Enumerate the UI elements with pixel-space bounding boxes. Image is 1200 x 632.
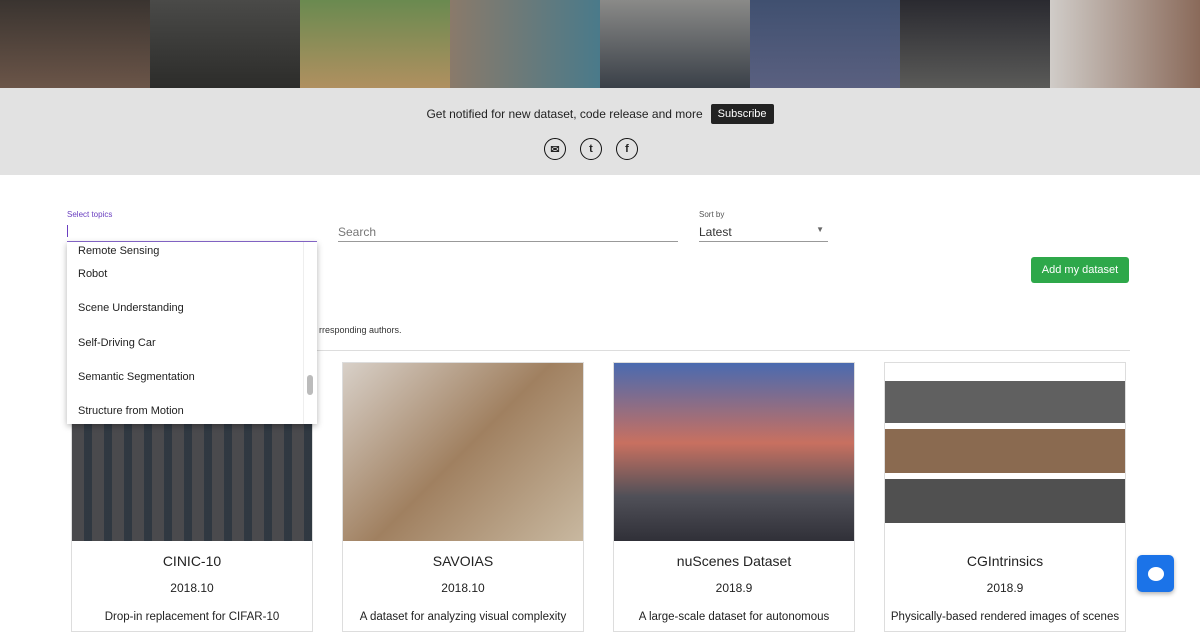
chat-bubble-icon (1148, 567, 1164, 581)
topic-option[interactable]: Remote Sensing (78, 245, 159, 257)
email-icon[interactable]: ✉ (544, 138, 566, 160)
card-title: CINIC-10 (72, 553, 312, 569)
card-date: 2018.10 (343, 581, 583, 595)
dataset-image (614, 363, 854, 541)
card-description: Drop-in replacement for CIFAR-10 (72, 611, 312, 623)
facebook-icon[interactable]: f (616, 138, 638, 160)
photo (450, 0, 600, 88)
photo (750, 0, 900, 88)
hero-photo-strip (0, 0, 1200, 88)
dataset-image (885, 363, 1125, 541)
card-title: nuScenes Dataset (614, 553, 854, 569)
card-date: 2018.10 (72, 581, 312, 595)
add-dataset-button[interactable]: Add my dataset (1031, 257, 1129, 283)
subscribe-button[interactable]: Subscribe (711, 104, 774, 124)
sort-value: Latest (699, 225, 732, 239)
topics-dropdown: Remote Sensing Robot Scene Understanding… (67, 242, 317, 424)
scrollbar-thumb[interactable] (307, 375, 313, 395)
note-text: rresponding authors. (319, 325, 402, 335)
topic-option[interactable]: Robot (78, 268, 107, 280)
sort-label: Sort by (699, 210, 724, 219)
sort-select[interactable]: Latest ▼ (699, 222, 828, 242)
photo (0, 0, 150, 88)
topic-option[interactable]: Structure from Motion (78, 405, 184, 417)
subscribe-banner: Get notified for new dataset, code relea… (0, 88, 1200, 175)
card-title: CGIntrinsics (885, 553, 1125, 569)
photo (600, 0, 750, 88)
dataset-card[interactable]: CGIntrinsics 2018.9 Physically-based ren… (884, 362, 1126, 632)
chevron-down-icon: ▼ (816, 225, 824, 234)
card-date: 2018.9 (614, 581, 854, 595)
topic-option[interactable]: Scene Understanding (78, 302, 184, 314)
photo (1050, 0, 1200, 88)
chat-button[interactable] (1137, 555, 1174, 592)
card-description: A dataset for analyzing visual complexit… (343, 611, 583, 623)
search-input[interactable]: Search (338, 222, 678, 242)
twitter-icon[interactable]: t (580, 138, 602, 160)
topic-option[interactable]: Self-Driving Car (78, 337, 156, 349)
photo (900, 0, 1050, 88)
topic-option[interactable]: Semantic Segmentation (78, 371, 195, 383)
scrollbar[interactable] (303, 242, 317, 424)
photo (300, 0, 450, 88)
topics-label: Select topics (67, 210, 112, 219)
topics-input[interactable] (67, 222, 317, 242)
card-title: SAVOIAS (343, 553, 583, 569)
dataset-image (343, 363, 583, 541)
subscribe-text: Get notified for new dataset, code relea… (426, 107, 702, 121)
dataset-card[interactable]: SAVOIAS 2018.10 A dataset for analyzing … (342, 362, 584, 632)
card-description: A large-scale dataset for autonomous (614, 611, 854, 623)
card-description: Physically-based rendered images of scen… (885, 611, 1125, 623)
dataset-card[interactable]: nuScenes Dataset 2018.9 A large-scale da… (613, 362, 855, 632)
card-date: 2018.9 (885, 581, 1125, 595)
photo (150, 0, 300, 88)
